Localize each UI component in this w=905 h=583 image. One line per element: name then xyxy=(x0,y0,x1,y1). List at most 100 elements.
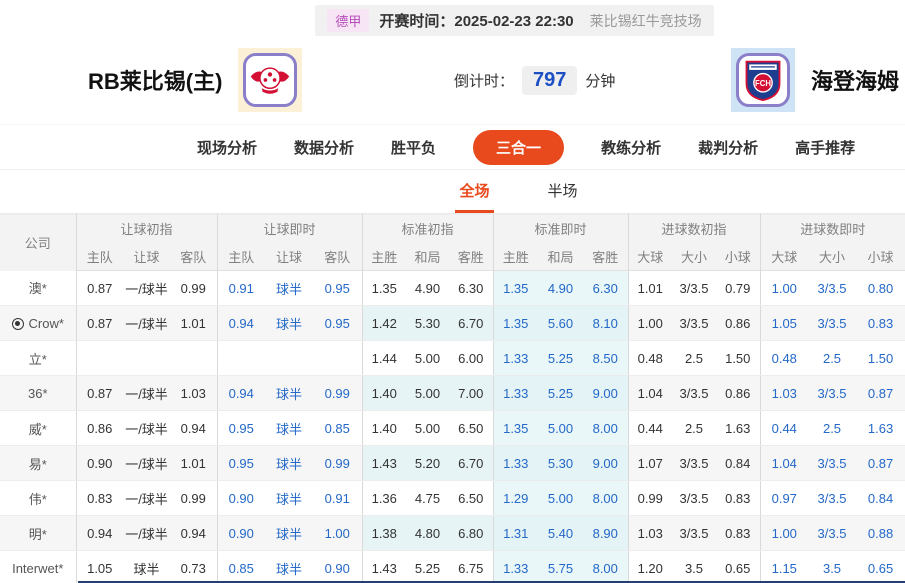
odds-cell[interactable]: 3/3.5 xyxy=(808,305,857,341)
odds-cell[interactable]: 5.00 xyxy=(538,480,583,516)
odds-cell[interactable]: 5.25 xyxy=(538,340,583,376)
odds-cell[interactable]: 8.10 xyxy=(583,305,628,341)
odds-cell[interactable]: 0.91 xyxy=(313,480,362,516)
odds-cell[interactable]: 5.00 xyxy=(538,410,583,446)
odds-cell[interactable]: 0.80 xyxy=(856,270,905,306)
nav-tab-2[interactable]: 胜平负 xyxy=(391,137,436,158)
odds-cell[interactable]: 0.95 xyxy=(216,445,265,481)
nav-tab-1[interactable]: 数据分析 xyxy=(294,137,354,158)
odds-cell[interactable]: 0.65 xyxy=(856,550,905,583)
odds-cell[interactable] xyxy=(265,340,313,376)
company-cell[interactable]: Crow* xyxy=(0,305,76,341)
odds-cell[interactable]: 0.90 xyxy=(216,480,265,516)
odds-cell[interactable]: 1.00 xyxy=(313,515,362,551)
odds-cell[interactable]: 1.50 xyxy=(856,340,905,376)
odds-cell[interactable]: 3/3.5 xyxy=(808,515,857,551)
odds-cell[interactable]: 0.85 xyxy=(216,550,265,583)
odds-cell[interactable]: 5.30 xyxy=(538,445,583,481)
odds-cell[interactable]: 0.95 xyxy=(313,270,362,306)
odds-cell[interactable]: 0.85 xyxy=(313,410,362,446)
company-cell[interactable]: 威* xyxy=(0,410,76,446)
odds-cell[interactable]: 1.63 xyxy=(856,410,905,446)
company-cell[interactable]: 伟* xyxy=(0,480,76,516)
odds-cell[interactable]: 0.99 xyxy=(313,375,362,411)
league-badge[interactable]: 德甲 xyxy=(327,9,370,32)
odds-cell[interactable] xyxy=(313,340,362,376)
odds-cell[interactable]: 0.90 xyxy=(216,515,265,551)
nav-tab-6[interactable]: 高手推荐 xyxy=(795,137,855,158)
nav-tab-0[interactable]: 现场分析 xyxy=(197,137,257,158)
company-cell[interactable]: 明* xyxy=(0,515,76,551)
odds-cell[interactable]: 0.91 xyxy=(216,270,265,306)
odds-cell[interactable]: 1.33 xyxy=(492,340,538,376)
odds-cell[interactable]: 球半 xyxy=(265,305,313,341)
odds-cell[interactable]: 1.35 xyxy=(492,305,538,341)
odds-cell[interactable]: 0.87 xyxy=(856,445,905,481)
odds-cell[interactable]: 8.50 xyxy=(583,340,628,376)
odds-cell[interactable]: 3/3.5 xyxy=(808,480,857,516)
company-cell[interactable]: 澳* xyxy=(0,270,76,306)
odds-cell[interactable]: 1.15 xyxy=(759,550,809,583)
company-cell[interactable]: 立* xyxy=(0,340,76,376)
odds-cell[interactable]: 球半 xyxy=(265,445,313,481)
odds-cell[interactable]: 1.35 xyxy=(492,410,538,446)
odds-cell[interactable]: 1.33 xyxy=(492,375,538,411)
odds-cell[interactable]: 3/3.5 xyxy=(808,445,857,481)
odds-cell[interactable]: 8.90 xyxy=(583,515,628,551)
odds-cell[interactable]: 4.90 xyxy=(538,270,583,306)
odds-cell[interactable]: 1.00 xyxy=(759,270,809,306)
odds-cell[interactable]: 5.75 xyxy=(538,550,583,583)
odds-cell[interactable]: 0.83 xyxy=(856,305,905,341)
odds-cell[interactable]: 8.00 xyxy=(583,480,628,516)
sub-tab-0[interactable]: 全场 xyxy=(455,170,494,213)
odds-cell[interactable]: 0.97 xyxy=(759,480,809,516)
odds-cell[interactable]: 球半 xyxy=(265,550,313,583)
odds-cell[interactable]: 8.00 xyxy=(583,410,628,446)
odds-cell[interactable]: 0.84 xyxy=(856,480,905,516)
odds-cell[interactable]: 1.35 xyxy=(492,270,538,306)
nav-tab-5[interactable]: 裁判分析 xyxy=(698,137,758,158)
company-cell[interactable]: 易* xyxy=(0,445,76,481)
odds-cell[interactable]: 1.33 xyxy=(492,550,538,583)
odds-cell[interactable]: 6.30 xyxy=(583,270,628,306)
odds-cell[interactable]: 5.40 xyxy=(538,515,583,551)
odds-cell[interactable]: 9.00 xyxy=(583,445,628,481)
odds-cell[interactable]: 3.5 xyxy=(808,550,857,583)
odds-cell[interactable]: 3/3.5 xyxy=(808,375,857,411)
odds-cell[interactable]: 1.00 xyxy=(759,515,809,551)
odds-cell[interactable]: 球半 xyxy=(265,515,313,551)
odds-cell[interactable]: 1.33 xyxy=(492,445,538,481)
odds-cell[interactable]: 8.00 xyxy=(583,550,628,583)
company-cell[interactable]: 36* xyxy=(0,375,76,411)
odds-cell[interactable]: 球半 xyxy=(265,480,313,516)
sub-tab-1[interactable]: 半场 xyxy=(544,170,582,213)
odds-cell[interactable]: 3/3.5 xyxy=(808,270,857,306)
odds-cell[interactable]: 2.5 xyxy=(808,410,857,446)
odds-cell[interactable]: 1.05 xyxy=(759,305,809,341)
odds-cell[interactable]: 0.44 xyxy=(759,410,809,446)
odds-cell[interactable]: 球半 xyxy=(265,270,313,306)
company-cell[interactable]: Interwet* xyxy=(0,550,76,583)
odds-cell[interactable]: 0.95 xyxy=(313,305,362,341)
odds-cell[interactable]: 0.99 xyxy=(313,445,362,481)
odds-cell[interactable]: 0.94 xyxy=(216,305,265,341)
odds-cell[interactable]: 2.5 xyxy=(808,340,857,376)
odds-cell[interactable]: 0.88 xyxy=(856,515,905,551)
nav-tab-3[interactable]: 三合一 xyxy=(473,129,565,165)
odds-cell[interactable]: 5.25 xyxy=(538,375,583,411)
odds-cell[interactable]: 9.00 xyxy=(583,375,628,411)
nav-tab-4[interactable]: 教练分析 xyxy=(601,137,661,158)
odds-cell[interactable]: 0.48 xyxy=(759,340,809,376)
odds-cell[interactable]: 0.87 xyxy=(856,375,905,411)
odds-cell[interactable]: 0.94 xyxy=(216,375,265,411)
odds-cell[interactable]: 球半 xyxy=(265,375,313,411)
odds-cell[interactable]: 0.95 xyxy=(216,410,265,446)
odds-cell[interactable]: 1.04 xyxy=(759,445,809,481)
odds-cell[interactable]: 0.90 xyxy=(313,550,362,583)
odds-cell[interactable]: 球半 xyxy=(265,410,313,446)
odds-cell[interactable] xyxy=(216,340,265,376)
odds-cell[interactable]: 5.60 xyxy=(538,305,583,341)
odds-cell[interactable]: 1.03 xyxy=(759,375,809,411)
odds-cell[interactable]: 1.29 xyxy=(492,480,538,516)
odds-cell[interactable]: 1.31 xyxy=(492,515,538,551)
